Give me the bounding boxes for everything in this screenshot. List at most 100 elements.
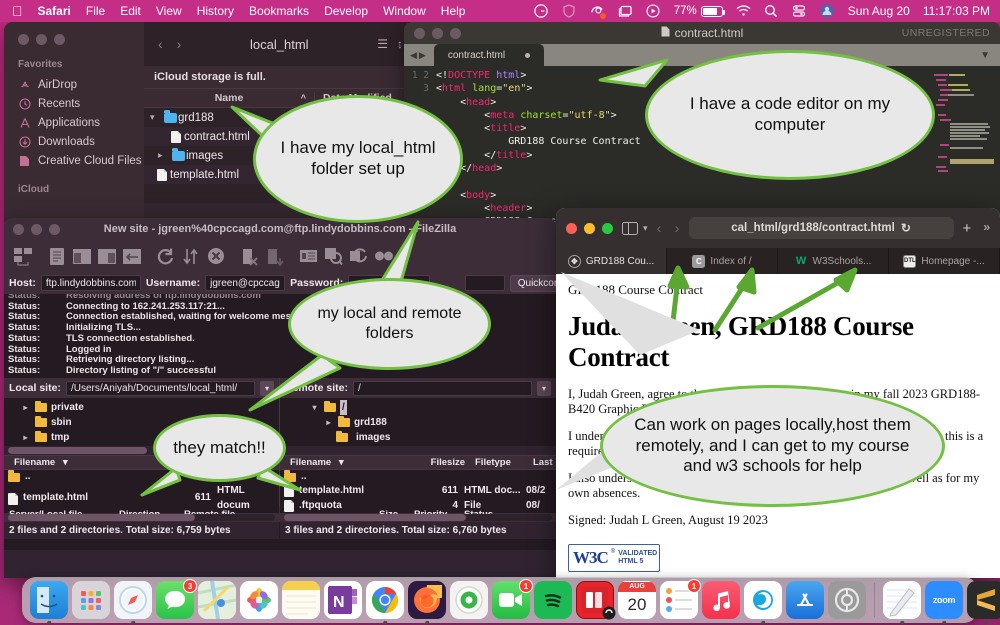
maximize-button[interactable]	[49, 223, 60, 235]
remote-column-headers[interactable]: Filename ▾ Filesize Filetype Last	[280, 455, 556, 470]
disclosure-triangle-icon[interactable]: ▸	[158, 150, 170, 161]
tab-overview-icon[interactable]: »	[983, 220, 990, 237]
maximize-button[interactable]	[602, 222, 613, 234]
remote-site-path[interactable]: /	[353, 380, 532, 396]
filezilla-traffic-lights[interactable]	[13, 223, 60, 235]
tree-item[interactable]: ▸ private	[7, 400, 279, 415]
menubar-time[interactable]: 11:17:03 PM	[923, 4, 990, 18]
editor-minimap[interactable]	[930, 66, 1000, 222]
sidebar-item-recents[interactable]: Recents	[4, 94, 144, 113]
cancel-icon[interactable]	[203, 244, 228, 268]
chevron-down-icon[interactable]: ▾	[643, 223, 648, 234]
find-files-icon[interactable]	[371, 244, 396, 268]
dock-item-app-store[interactable]	[786, 581, 824, 619]
filezilla-window[interactable]: New site - jgreen%40cpccagd.com@ftp.lind…	[4, 218, 556, 578]
remote-site-bar[interactable]: Remote site: / ▾	[280, 378, 556, 398]
maximize-button[interactable]	[54, 34, 65, 45]
dock-item-calendar[interactable]: AUG 20	[618, 581, 656, 619]
close-button[interactable]	[13, 223, 24, 235]
maximize-button[interactable]	[450, 27, 461, 39]
back-icon[interactable]: ‹	[158, 36, 163, 52]
menu-item-view[interactable]: View	[156, 4, 182, 18]
menu-item-develop[interactable]: Develop	[324, 4, 368, 18]
host-input[interactable]	[40, 275, 141, 291]
process-queue-icon[interactable]	[178, 244, 203, 268]
reconnect-icon[interactable]	[262, 244, 287, 268]
menu-item-bookmarks[interactable]: Bookmarks	[249, 4, 309, 18]
wifi-icon[interactable]	[736, 4, 751, 19]
table-row[interactable]: ..	[280, 470, 556, 484]
dock-item-photos[interactable]	[240, 581, 278, 619]
user-avatar-icon[interactable]	[820, 4, 835, 19]
local-site-bar[interactable]: Local site: /Users/Aniyah/Documents/loca…	[4, 378, 279, 398]
disconnect-icon[interactable]	[237, 244, 262, 268]
dropbox-icon[interactable]	[590, 4, 606, 19]
dock-item-creative-cloud[interactable]	[744, 581, 782, 624]
dock-item-onenote[interactable]: N	[324, 581, 362, 619]
disclosure-triangle-icon[interactable]: ▾	[309, 400, 320, 415]
minimize-button[interactable]	[36, 34, 47, 45]
dock-item-notes[interactable]	[282, 581, 320, 619]
chevron-down-icon[interactable]: ▾	[537, 380, 551, 396]
dock[interactable]: 3 N 1 AUG 20 1 zoom	[22, 577, 1000, 624]
chevron-down-icon[interactable]: ▼	[980, 50, 1000, 61]
dock-item-system-settings[interactable]	[828, 581, 866, 619]
dock-item-textedit[interactable]	[883, 581, 921, 624]
menu-item-help[interactable]: Help	[441, 4, 466, 18]
remote-pane[interactable]: Remote site: / ▾ ▾ / ▸ grd188 images Filen…	[280, 378, 556, 539]
apple-menu-icon[interactable]: 	[12, 4, 23, 18]
control-center-icon[interactable]	[792, 4, 807, 19]
local-list-scrollbar[interactable]	[8, 514, 275, 521]
address-bar[interactable]: cal_html/grd188/contract.html ↻	[688, 217, 954, 239]
menu-item-edit[interactable]: Edit	[120, 4, 141, 18]
shield-icon[interactable]	[562, 4, 577, 19]
menu-item-window[interactable]: Window	[383, 4, 426, 18]
dock-item-messages[interactable]: 3	[156, 579, 197, 619]
editor-traffic-lights[interactable]	[414, 27, 461, 39]
toggle-remote-tree-icon[interactable]	[94, 244, 119, 268]
username-input[interactable]	[205, 275, 286, 291]
column-header-name[interactable]: Name	[215, 92, 244, 104]
list-view-icon[interactable]: ☰	[377, 37, 388, 51]
dock-item-reminders[interactable]: 1	[660, 579, 701, 619]
local-site-path[interactable]: /Users/Aniyah/Documents/local_html/	[65, 380, 255, 396]
tab-nav-arrows-icon[interactable]: ◀▶	[404, 50, 434, 61]
minimize-button[interactable]	[31, 223, 42, 235]
synchronized-browsing-icon[interactable]	[346, 244, 371, 268]
menu-item-history[interactable]: History	[197, 4, 234, 18]
filezilla-toolbar[interactable]	[4, 240, 556, 272]
screen-mirroring-icon[interactable]	[618, 4, 633, 19]
tree-item[interactable]: ▾ /	[283, 400, 556, 415]
sidebar-icon[interactable]	[622, 221, 638, 235]
tab-grd188-course-contract[interactable]: ✥ GRD188 Cou...	[556, 248, 667, 274]
close-button[interactable]	[414, 27, 425, 39]
tree-item[interactable]: images	[283, 430, 556, 445]
refresh-icon[interactable]	[153, 244, 178, 268]
battery-status[interactable]: 77%	[674, 5, 726, 17]
column-header-filesize[interactable]: Filesize	[418, 457, 470, 468]
sidebar-item-downloads[interactable]: Downloads	[4, 132, 144, 151]
port-input[interactable]	[464, 275, 505, 291]
reload-icon[interactable]: ↻	[901, 221, 911, 235]
chevron-down-icon[interactable]: ▾	[260, 380, 274, 396]
minimize-button[interactable]	[432, 27, 443, 39]
disclosure-triangle-icon[interactable]: ▾	[150, 112, 162, 123]
table-row[interactable]: template.html 611 HTML doc... 08/2	[280, 484, 556, 498]
dock-item-music[interactable]	[702, 581, 740, 619]
remote-tree-scrollbar[interactable]	[284, 447, 552, 454]
new-tab-icon[interactable]: +	[963, 220, 972, 237]
directory-compare-icon[interactable]	[321, 244, 346, 268]
safari-traffic-lights[interactable]	[566, 222, 613, 234]
dock-item-spotify[interactable]	[534, 581, 572, 619]
menubar-date[interactable]: Sun Aug 20	[848, 4, 910, 18]
remote-directory-tree[interactable]: ▾ / ▸ grd188 images	[280, 398, 556, 446]
site-manager-icon[interactable]	[10, 244, 35, 268]
play-icon[interactable]	[646, 4, 661, 19]
dock-item-facetime[interactable]: 1	[492, 579, 533, 619]
grammarly-icon[interactable]	[534, 4, 549, 19]
dock-item-sublime-text[interactable]	[967, 581, 1000, 624]
close-button[interactable]	[566, 222, 577, 234]
toggle-transfer-queue-icon[interactable]	[119, 244, 144, 268]
dock-item-launchpad[interactable]	[72, 581, 110, 619]
menu-item-safari[interactable]: Safari	[38, 4, 71, 18]
